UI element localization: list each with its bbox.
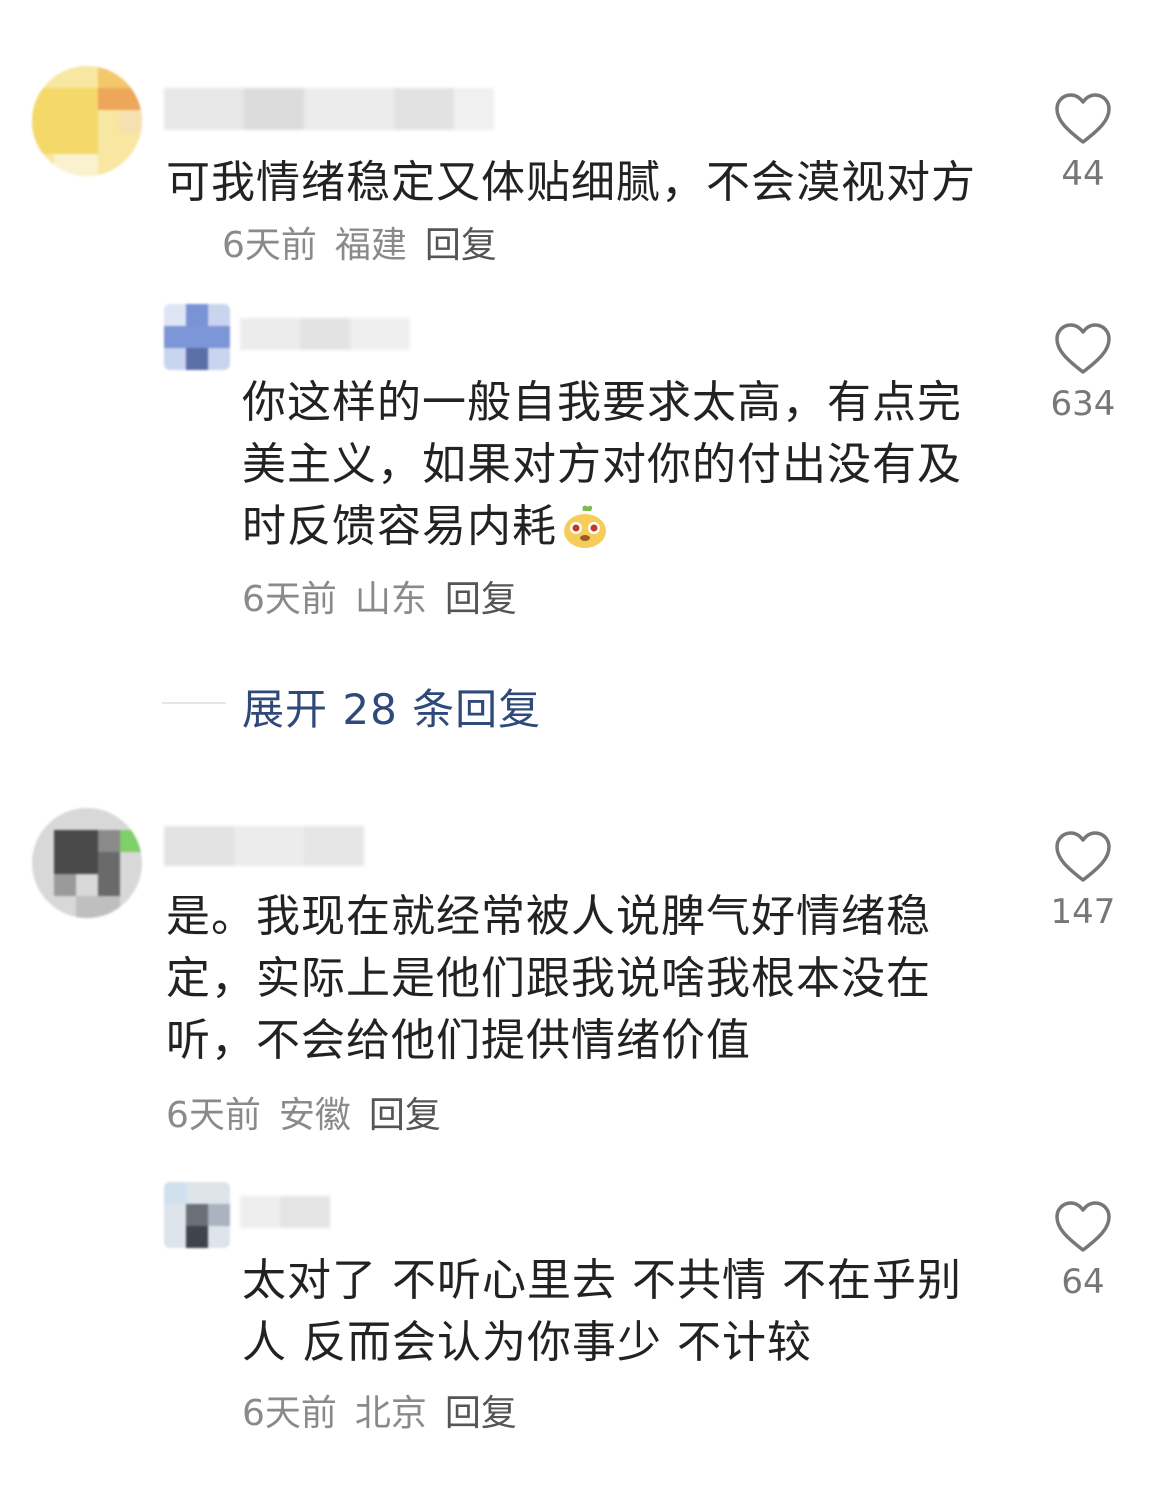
- comment-meta: 6天前 安徽 回复: [166, 1094, 459, 1138]
- like-button[interactable]: 64: [1038, 1200, 1128, 1302]
- cute-face-emoji: [564, 505, 606, 548]
- avatar[interactable]: [32, 808, 142, 918]
- avatar[interactable]: [164, 304, 230, 370]
- username-blurred[interactable]: [164, 88, 494, 130]
- username-blurred[interactable]: [164, 826, 364, 866]
- comment-time: 6天前: [166, 1095, 261, 1136]
- like-count: 634: [1050, 384, 1116, 424]
- reply-location: 北京: [354, 1393, 427, 1434]
- reply-location: 山东: [354, 579, 427, 620]
- heart-outline-icon: [1055, 831, 1111, 882]
- username-blurred[interactable]: [240, 1196, 330, 1228]
- like-count: 147: [1050, 892, 1116, 932]
- comment-meta: 6天前 福建 回复: [222, 224, 515, 268]
- reply-time: 6天前: [242, 1393, 337, 1434]
- avatar[interactable]: [32, 66, 142, 176]
- reply-button[interactable]: 回复: [445, 579, 517, 620]
- comment-text: 可我情绪稳定又体贴细腻，不会漠视对方: [166, 157, 976, 208]
- comment-location: 安徽: [278, 1095, 351, 1136]
- reply-time: 6天前: [242, 579, 337, 620]
- comment-text: 是。我现在就经常被人说脾气好情绪稳定，实际上是他们跟我说啥我根本没在听，不会给他…: [166, 891, 931, 1066]
- comment-location: 福建: [334, 225, 407, 266]
- avatar[interactable]: [164, 1182, 230, 1248]
- heart-outline-icon: [1055, 323, 1111, 374]
- reply-meta: 6天前 北京 回复: [242, 1392, 535, 1436]
- like-button[interactable]: 147: [1038, 830, 1128, 932]
- reply-text: 你这样的一般自我要求太高，有点完美主义，如果对方对你的付出没有及时反馈容易内耗: [242, 372, 982, 558]
- heart-outline-icon: [1055, 1201, 1111, 1252]
- reply-meta: 6天前 山东 回复: [242, 578, 535, 622]
- reply-button[interactable]: 回复: [425, 225, 497, 266]
- reply-text: 太对了 不听心里去 不共情 不在乎别人 反而会认为你事少 不计较: [242, 1255, 962, 1368]
- like-count: 44: [1061, 154, 1105, 194]
- comment-time: 6天前: [222, 225, 317, 266]
- like-button[interactable]: 634: [1038, 322, 1128, 424]
- reply-button[interactable]: 回复: [369, 1095, 441, 1136]
- expand-replies-button[interactable]: 展开 28 条回复: [242, 676, 541, 737]
- expand-divider: [162, 702, 226, 704]
- reply-button[interactable]: 回复: [445, 1393, 517, 1434]
- like-button[interactable]: 44: [1038, 92, 1128, 194]
- like-count: 64: [1061, 1262, 1105, 1302]
- username-blurred[interactable]: [240, 318, 410, 350]
- heart-outline-icon: [1055, 93, 1111, 144]
